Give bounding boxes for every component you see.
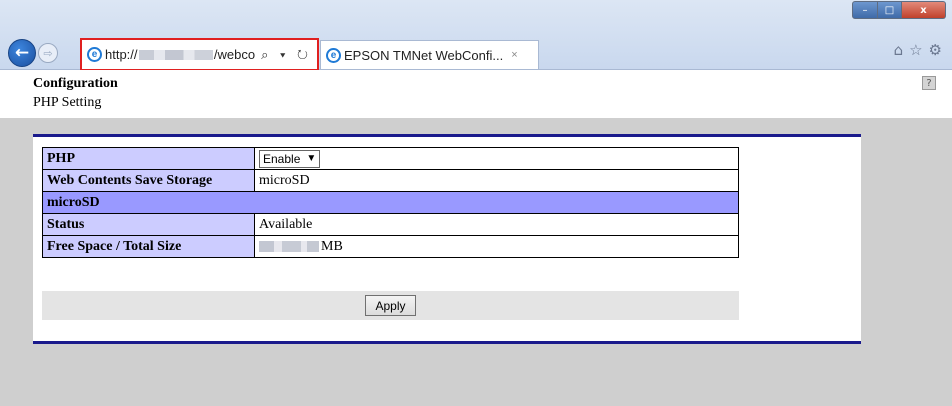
php-label: PHP [42,147,255,170]
page-header: Configuration PHP Setting ? [0,70,952,118]
php-settings-table: PHP Enable ▼ Web Contents Save Storage m… [42,147,739,258]
chevron-down-icon: ▼ [306,153,317,164]
star-icon[interactable]: ☆ [909,41,922,59]
url-prefix: http:// [105,47,138,62]
table-row: Status Available [42,213,739,236]
tab-title: EPSON TMNet WebConfi... [344,47,504,63]
forward-button[interactable]: ⇨ [38,43,58,63]
address-bar[interactable]: e http:// /webco ⌕ ▾ ↻ [80,38,319,71]
status-value: Available [254,213,739,236]
minimize-button[interactable]: – [852,1,878,19]
tab-epson-webconfig[interactable]: e EPSON TMNet WebConfi... × [320,40,539,69]
settings-panel: PHP Enable ▼ Web Contents Save Storage m… [33,134,861,344]
browser-toolbar-icons: ⌂ ☆ ⚙ [894,41,942,59]
table-row: microSD [42,191,739,214]
table-row: Free Space / Total Size MB [42,235,739,258]
redacted-space-value [259,240,319,252]
address-tools-icon[interactable]: ⌕ ▾ ↻ [261,47,312,63]
section-header-microsd: microSD [42,191,739,214]
help-button[interactable]: ? [922,76,936,90]
apply-bar: Apply [42,291,739,320]
home-icon[interactable]: ⌂ [894,41,904,59]
apply-button[interactable]: Apply [365,295,416,316]
window-controls: – □ x [852,1,946,19]
page-subtitle: PHP Setting [33,95,102,110]
php-select-value: Enable [263,151,301,166]
storage-label: Web Contents Save Storage [42,169,255,192]
space-label: Free Space / Total Size [42,235,255,258]
storage-value: microSD [254,169,739,192]
status-label: Status [42,213,255,236]
close-tab-icon[interactable]: × [511,49,517,61]
url-suffix: /webco [213,47,256,62]
page-title: Configuration [33,76,118,91]
close-window-button[interactable]: x [902,1,946,19]
ie-logo-icon: e [326,47,341,63]
table-row: Web Contents Save Storage microSD [42,169,739,192]
page-viewport: Configuration PHP Setting ? PHP Enable ▼… [0,70,952,406]
browser-chrome: – □ x ← ⇨ e http:// /webco ⌕ ▾ ↻ e EPSON… [0,0,952,71]
back-button[interactable]: ← [8,39,36,67]
ie-logo-icon: e [87,47,102,62]
maximize-button[interactable]: □ [878,1,902,19]
redacted-host [138,49,213,60]
php-select[interactable]: Enable ▼ [259,149,321,168]
table-row: PHP Enable ▼ [42,147,739,170]
space-unit: MB [321,238,343,254]
arrow-left-icon: ← [14,43,30,63]
gear-icon[interactable]: ⚙ [929,41,942,59]
arrow-right-icon: ⇨ [43,46,53,60]
